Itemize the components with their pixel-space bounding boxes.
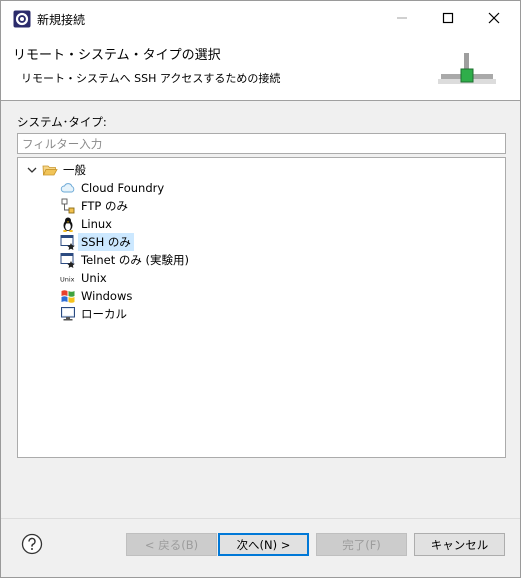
- telnet-terminal-icon: [60, 253, 75, 268]
- tree-item-label: Cloud Foundry: [81, 181, 165, 195]
- tree-item-ssh[interactable]: SSH のみ: [60, 233, 134, 251]
- wizard-header: リモート・システム・タイプの選択 リモート・システムへ SSH アクセスするため…: [1, 35, 520, 101]
- tree-item-ftp[interactable]: FTP のみ: [60, 197, 131, 215]
- filter-input[interactable]: [17, 133, 506, 154]
- tree-item-telnet[interactable]: Telnet のみ (実験用): [60, 251, 192, 269]
- tree-item-label: FTP のみ: [81, 199, 129, 213]
- maximize-icon: [442, 12, 454, 24]
- linux-penguin-icon: [63, 217, 73, 232]
- system-type-tree[interactable]: 一般 Cloud Foundry FTP のみ Linux SSH のみ Tel…: [17, 157, 506, 458]
- tree-item-local[interactable]: ローカル: [60, 305, 130, 323]
- tree-group-general[interactable]: 一般: [24, 161, 89, 179]
- tree-item-unix[interactable]: Unix Unix: [60, 269, 110, 287]
- chevron-down-icon[interactable]: [24, 162, 40, 178]
- folder-open-icon: [42, 165, 58, 176]
- tree-item-label: Telnet のみ (実験用): [81, 253, 189, 267]
- finish-button[interactable]: 完了(F): [316, 533, 407, 556]
- cloud-icon: [60, 183, 75, 193]
- tree-item-cloud-foundry[interactable]: Cloud Foundry: [60, 179, 167, 197]
- tree-item-linux[interactable]: Linux: [60, 215, 115, 233]
- minimize-button[interactable]: [379, 1, 425, 35]
- system-type-label: システム･タイプ:: [17, 115, 107, 129]
- tree-item-label: Unix: [81, 271, 107, 285]
- local-computer-icon: [61, 307, 75, 321]
- page-description: リモート・システムへ SSH アクセスするための接続: [21, 72, 281, 85]
- tree-item-label: ローカル: [81, 307, 127, 321]
- app-gear-icon: [13, 10, 31, 28]
- ssh-terminal-icon: [60, 235, 75, 250]
- page-title: リモート・システム・タイプの選択: [13, 48, 221, 63]
- ftp-icon: [61, 198, 75, 214]
- close-button[interactable]: [471, 1, 517, 35]
- tree-item-label: Linux: [81, 217, 112, 231]
- cancel-button[interactable]: キャンセル: [414, 533, 505, 556]
- windows-flag-icon: [61, 290, 75, 303]
- network-connection-icon: [438, 53, 496, 84]
- help-icon[interactable]: [21, 533, 43, 555]
- title-bar[interactable]: 新規接続: [1, 1, 520, 35]
- footer-divider: [1, 518, 520, 519]
- tree-item-label: SSH のみ: [78, 233, 134, 251]
- window-title: 新規接続: [37, 13, 86, 27]
- dialog-window: 新規接続 リモート・システム・タイプの選択 リモート・システムへ SSH アクセ…: [0, 0, 521, 578]
- unix-icon: Unix: [60, 276, 75, 284]
- tree-item-label: Windows: [81, 289, 133, 303]
- back-button[interactable]: < 戻る(B): [126, 533, 217, 556]
- minimize-icon: [397, 17, 407, 19]
- svg-text:Unix: Unix: [60, 276, 75, 284]
- close-icon: [488, 12, 500, 24]
- next-button[interactable]: 次へ(N) >: [218, 533, 309, 556]
- tree-group-label: 一般: [63, 163, 86, 177]
- maximize-button[interactable]: [425, 1, 471, 35]
- tree-item-windows[interactable]: Windows: [60, 287, 135, 305]
